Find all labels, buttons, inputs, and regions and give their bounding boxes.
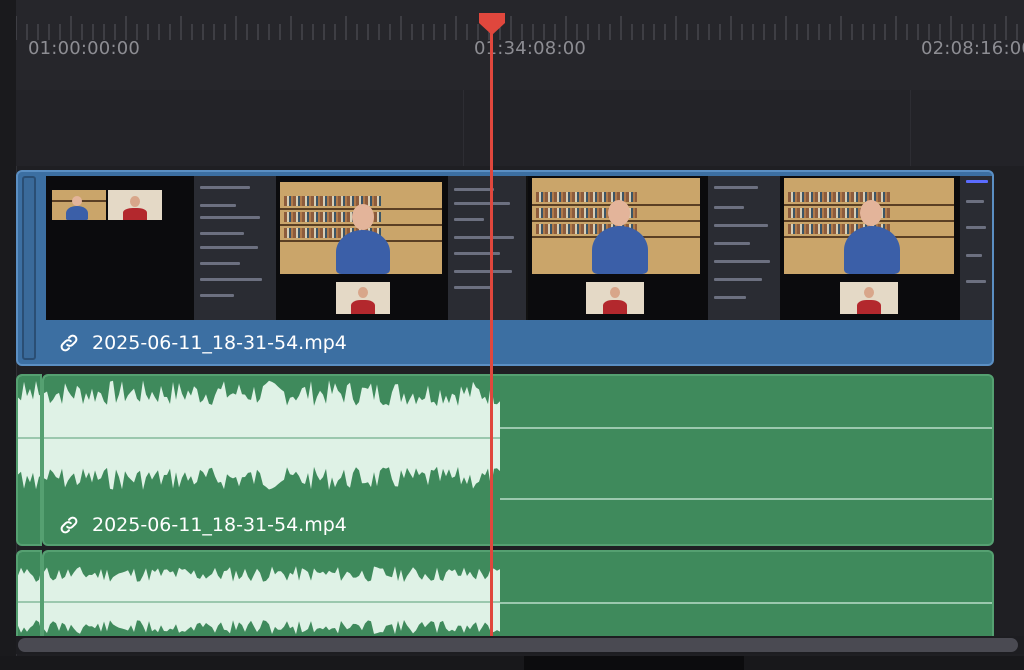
clip-thumbnails xyxy=(46,176,992,320)
timecode-label: 02:08:16:00 xyxy=(921,38,1024,59)
audio-clip-head[interactable] xyxy=(16,550,42,636)
video-thumbnail xyxy=(528,176,782,320)
timecode-label: 01:00:00:00 xyxy=(28,38,141,59)
bottom-toolbar-panel xyxy=(524,656,744,670)
audio-clip[interactable]: 2025-06-11_18-31-54.mp4 xyxy=(42,374,994,546)
horizontal-scrollbar-thumb[interactable] xyxy=(18,638,1018,652)
audio-waveform xyxy=(44,376,500,500)
video-clip[interactable]: 2025-06-11_18-31-54.mp4 xyxy=(16,170,994,366)
grid-line xyxy=(910,90,911,166)
grid-line xyxy=(463,90,464,166)
clip-name: 2025-06-11_18-31-54.mp4 xyxy=(92,332,347,354)
track-header-gutter xyxy=(0,0,17,670)
audio-clip-head[interactable] xyxy=(16,374,42,546)
timeline-ruler[interactable]: 01:00:00:00 01:34:08:00 02:08:16:00 xyxy=(16,0,1024,91)
link-icon xyxy=(60,516,78,534)
video-thumbnail xyxy=(278,176,526,320)
ruler-ticks xyxy=(16,16,1018,40)
link-icon xyxy=(60,334,78,352)
audio-clip-label: 2025-06-11_18-31-54.mp4 xyxy=(58,514,347,536)
playhead-handle-icon[interactable] xyxy=(477,13,507,35)
audio-waveform xyxy=(44,552,500,636)
video-thumbnail xyxy=(46,176,278,320)
clip-trim-handle[interactable] xyxy=(22,176,36,360)
bottom-toolbar xyxy=(0,656,1024,670)
video-clip-label: 2025-06-11_18-31-54.mp4 xyxy=(58,332,347,354)
empty-video-track[interactable] xyxy=(16,90,1024,166)
playhead-line[interactable] xyxy=(490,28,493,636)
video-thumbnail xyxy=(782,176,992,320)
clip-name: 2025-06-11_18-31-54.mp4 xyxy=(92,514,347,536)
audio-clip[interactable] xyxy=(42,550,994,636)
